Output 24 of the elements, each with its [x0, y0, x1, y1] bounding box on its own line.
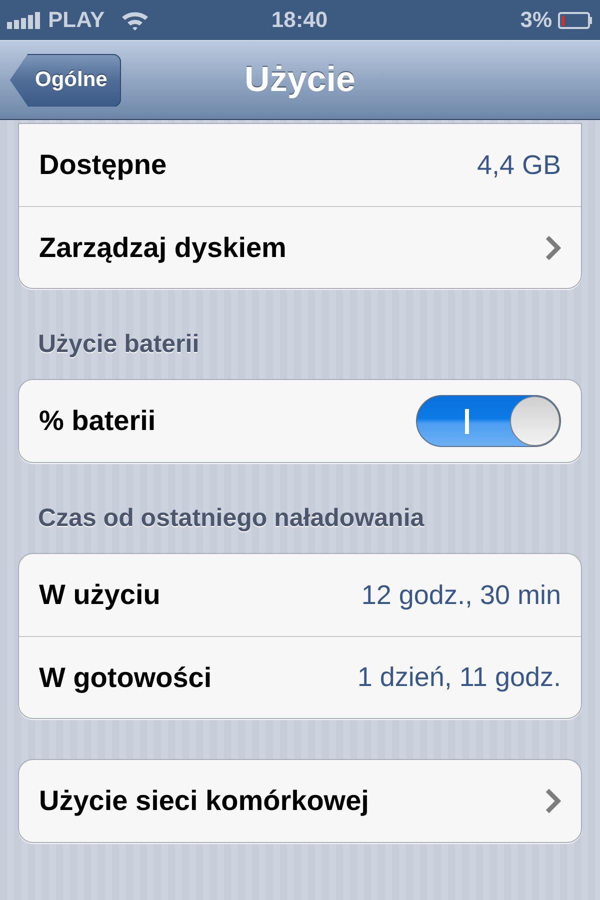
settings-link-row[interactable]: Użycie sieci komórkowej: [19, 760, 581, 842]
chevron-right-icon: [546, 236, 561, 260]
section-header: Czas od ostatniego naładowania: [37, 503, 426, 534]
setting-value: 1 dzień, 11 godz.: [357, 661, 561, 694]
settings-link-row[interactable]: Zarządzaj dyskiem: [19, 206, 581, 288]
status-time: 18:40: [271, 9, 328, 31]
on-mark-icon: [465, 409, 469, 434]
wifi-icon: [120, 10, 149, 30]
setting-label: % baterii: [39, 404, 156, 438]
setting-label: Dostępne: [39, 148, 167, 182]
setting-label: W użyciu: [39, 578, 160, 612]
signal-bars-icon: [7, 11, 40, 29]
setting-label: W gotowości: [39, 660, 212, 695]
toggle-thumb[interactable]: [510, 396, 560, 446]
battery-icon: [558, 12, 592, 28]
section-header: Użycie baterii: [37, 329, 200, 360]
screen-title: Użycie: [244, 59, 356, 101]
back-button[interactable]: Ogólne: [10, 54, 122, 106]
toggle-switch[interactable]: [416, 395, 561, 447]
battery-percentage: 3%: [520, 9, 552, 31]
setting-value: 4,4 GB: [476, 148, 561, 182]
carrier-name: PLAY: [48, 9, 105, 31]
setting-value: 12 godz., 30 min: [361, 578, 561, 612]
chevron-right-icon: [546, 789, 561, 813]
